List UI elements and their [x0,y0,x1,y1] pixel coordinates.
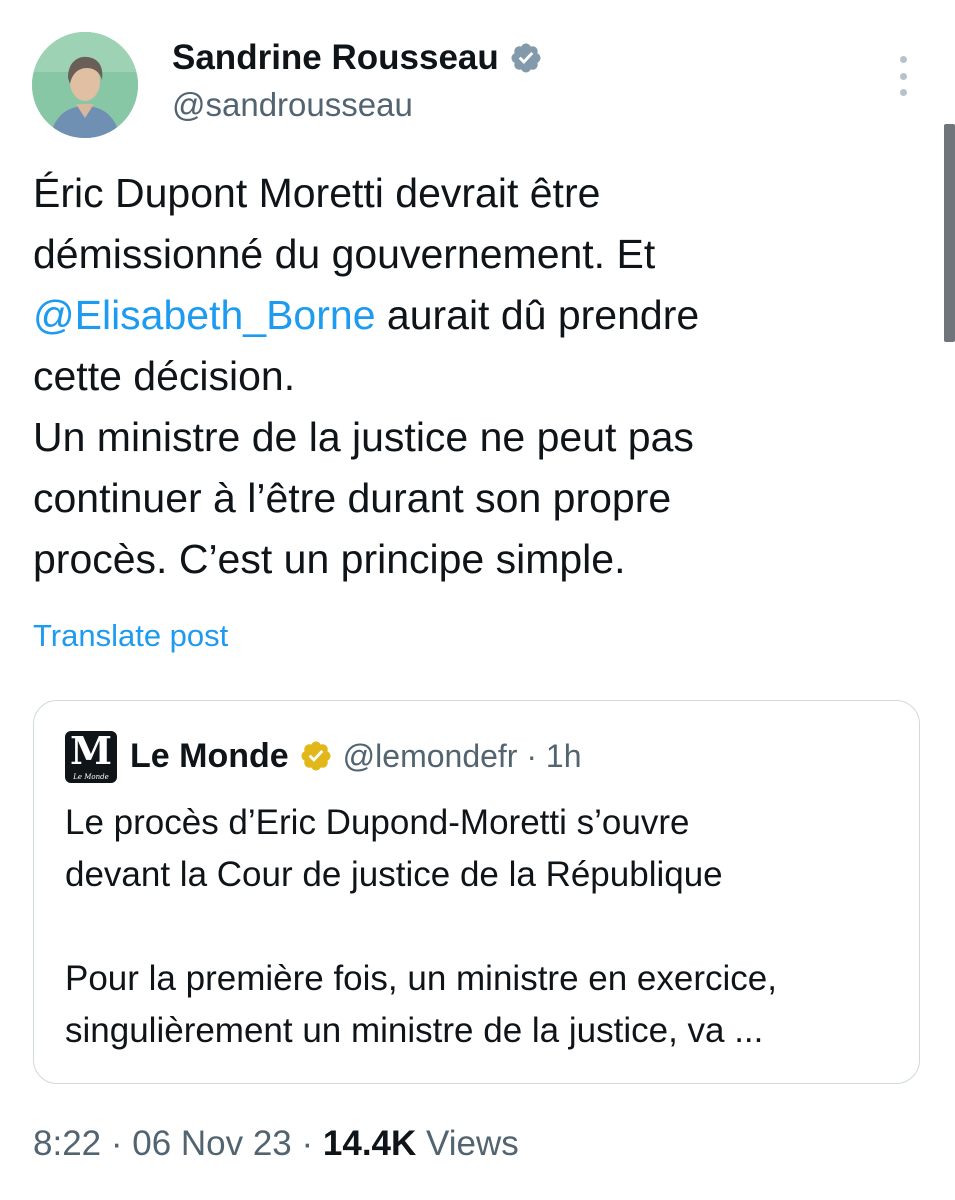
tweet-line: procès. C’est un principe simple. [33,536,626,582]
views-label: Views [416,1124,519,1163]
logo-caption: Le Monde [73,773,109,781]
tweet-line: @Elisabeth_Borne aurait dû prendre [33,285,913,346]
dot-icon [899,72,907,80]
avatar-photo-icon [32,32,138,138]
verified-badge-icon[interactable] [509,41,543,75]
le-monde-logo[interactable]: M Le Monde [65,731,117,783]
quote-line: Le procès d’Eric Dupond-Moretti s’ouvre [65,803,690,842]
quote-header: Le Monde @lemondefr · 1h [130,731,581,781]
tweet-line: Éric Dupont Moretti devrait être [33,170,601,216]
quote-text: Le procès d’Eric Dupond-Moretti s’ouvre … [65,797,905,1057]
quote-line: devant la Cour de justice de la Républiq… [65,855,723,894]
author-name-text[interactable]: Sandrine Rousseau [172,38,499,78]
quote-line: singulièrement un ministre de la justice… [65,1011,764,1050]
more-options-button[interactable] [890,56,916,96]
quote-author-name: Le Monde [130,736,289,775]
tweet-line-rest: aurait dû prendre [375,292,700,338]
post-meta: 8:22 · 06 Nov 23 · 14.4K Views [33,1124,519,1164]
tweet-line: Un ministre de la justice ne peut pas [33,414,694,460]
author-name[interactable]: Sandrine Rousseau [172,38,543,78]
quote-handle-time: @lemondefr · 1h [342,737,582,774]
dot-icon [899,89,907,96]
tweet-line: démissionné du gouvernement. Et [33,231,656,277]
scrollbar[interactable] [944,124,955,342]
post-timestamp[interactable]: 8:22 · 06 Nov 23 · [33,1124,323,1163]
views-count[interactable]: 14.4K [323,1124,416,1163]
quoted-post-card[interactable]: M Le Monde Le Monde @lemondefr · 1h Le p… [33,700,920,1084]
author-handle[interactable]: @sandrousseau [172,86,413,124]
translate-post-link[interactable]: Translate post [33,618,228,654]
avatar[interactable] [32,32,138,138]
tweet-text: Éric Dupont Moretti devrait être démissi… [33,163,913,590]
verified-gold-badge-icon [301,741,331,771]
dot-icon [899,56,907,63]
tweet-line: cette décision. [33,353,296,399]
mention-link[interactable]: @Elisabeth_Borne [33,292,376,338]
tweet-line: continuer à l’être durant son propre [33,475,672,521]
quote-line: Pour la première fois, un ministre en ex… [65,959,777,998]
logo-letter: M [69,731,113,773]
